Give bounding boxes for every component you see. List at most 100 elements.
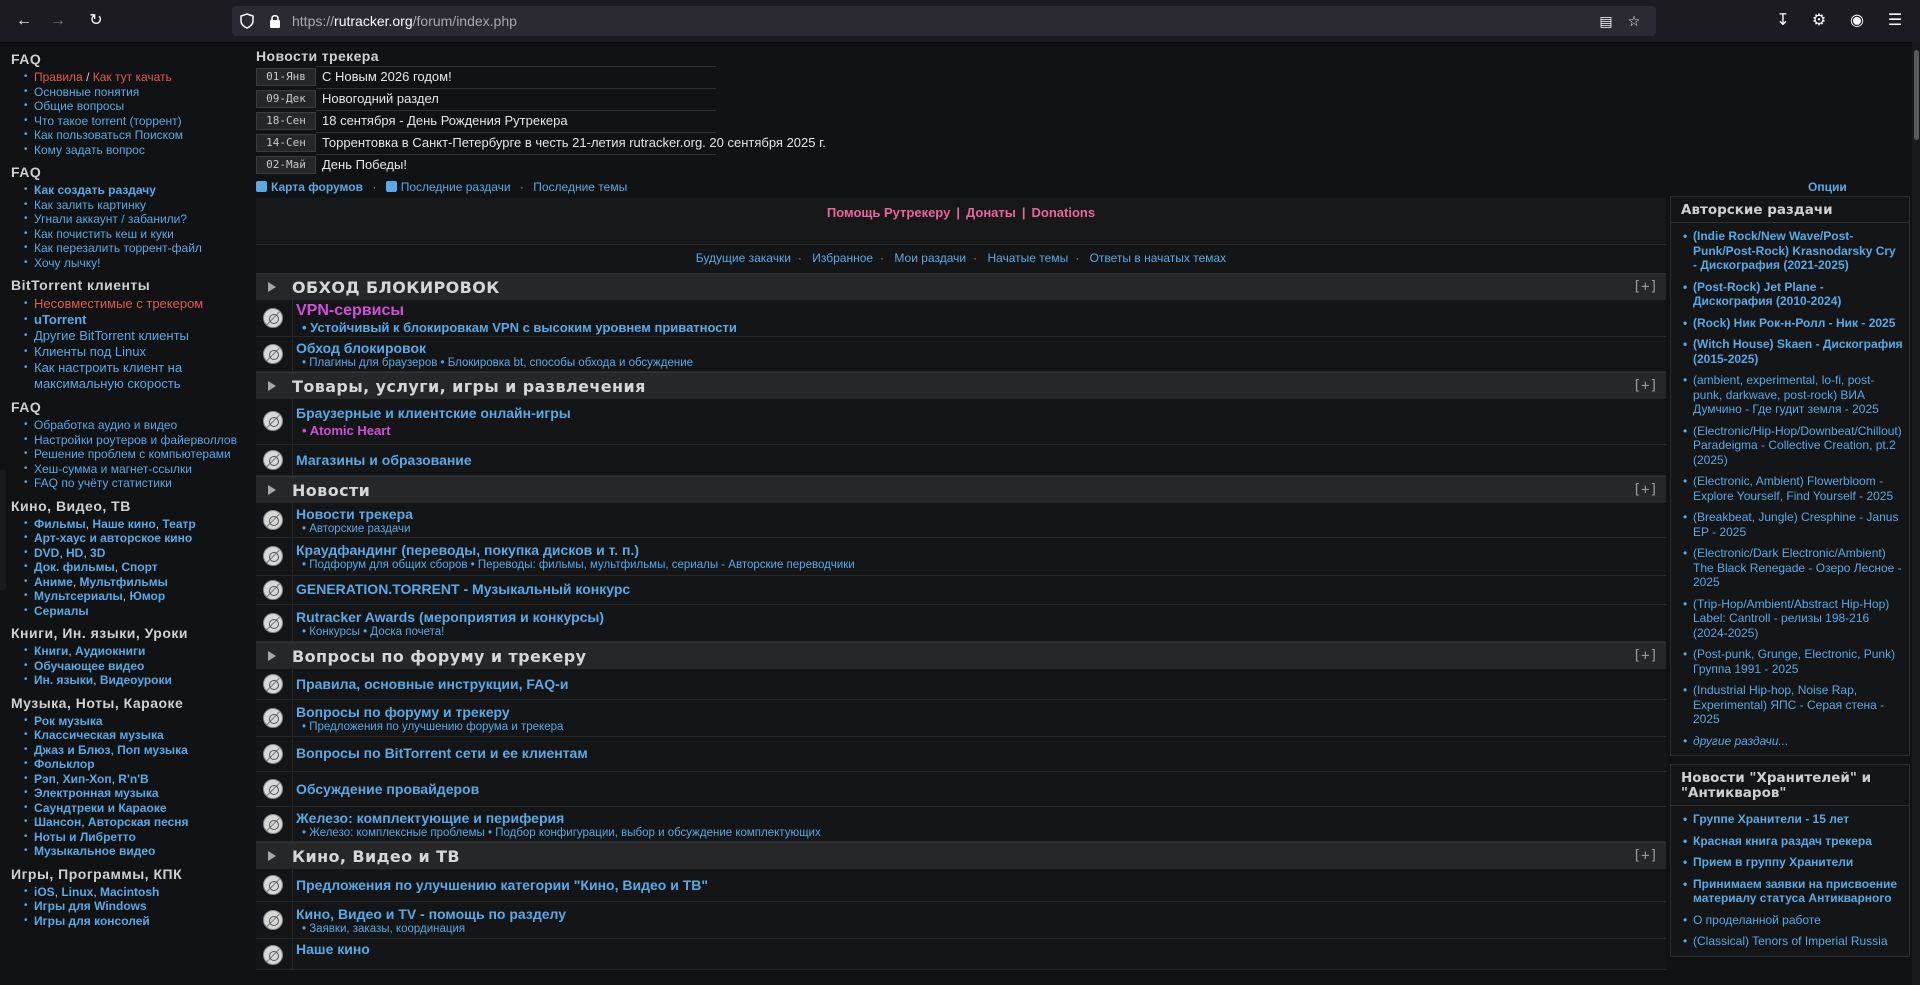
category-header[interactable]: Вопросы по форуму и трекеру [+] <box>256 642 1666 669</box>
news-link[interactable]: 18 сентября - День Рождения Рутрекера <box>322 113 568 128</box>
more-releases-link[interactable]: другие раздачи... <box>1683 734 1903 749</box>
sidebar-toggle-handle[interactable] <box>0 470 6 590</box>
cat-link[interactable]: Игры для Windows <box>34 899 147 913</box>
forum-link[interactable]: Кино, Видео и TV - помощь по разделу <box>296 906 566 922</box>
cat-link[interactable]: Ин. языки <box>34 673 93 687</box>
cat-link[interactable]: Юмор <box>129 589 165 603</box>
how-to-download-link[interactable]: Как тут качать <box>93 70 172 84</box>
keepers-link[interactable]: О проделанной работе <box>1683 913 1903 928</box>
faq-link[interactable]: Угнали аккаунт / забанили? <box>34 212 187 226</box>
release-link[interactable]: (Breakbeat, Jungle) Cresphine - Janus EP… <box>1683 510 1903 539</box>
release-link[interactable]: (Rock) Ник Рок-н-Ролл - Ник - 2025 <box>1683 316 1903 331</box>
rules-link[interactable]: Правила <box>34 70 83 84</box>
cat-link[interactable]: Наше кино <box>92 517 155 531</box>
category-header[interactable]: ОБХОД БЛОКИРОВОК [+] <box>256 273 1666 300</box>
cat-link[interactable]: Саундтреки и Караоке <box>34 801 167 815</box>
release-link[interactable]: (Indie Rock/New Wave/Post-Punk/Post-Rock… <box>1683 229 1903 273</box>
keepers-link[interactable]: Красная книга раздач трекера <box>1683 834 1903 849</box>
cat-link[interactable]: Видеоуроки <box>100 673 172 687</box>
bt-link[interactable]: Несовместимые с трекером <box>34 296 203 311</box>
expand-button[interactable]: [+] <box>1633 848 1658 864</box>
bt-link[interactable]: Как настроить клиент на максимальную ско… <box>34 360 182 391</box>
cat-link[interactable]: Шансон <box>34 815 81 829</box>
forum-link[interactable]: Браузерные и клиентские онлайн-игры <box>296 405 571 421</box>
favorites-link[interactable]: Избранное <box>812 251 873 265</box>
cat-link[interactable]: Ноты и Либретто <box>34 830 136 844</box>
cat-link[interactable]: Хип-Хоп <box>63 772 112 786</box>
forum-link[interactable]: Правила, основные инструкции, FAQ-и <box>296 676 568 692</box>
donations-link[interactable]: Donations <box>1032 205 1096 220</box>
forum-link[interactable]: Железо: комплектующие и периферия <box>296 810 564 826</box>
cat-link[interactable]: Книги <box>34 644 68 658</box>
profile-icon[interactable]: ◉ <box>1846 10 1868 32</box>
forum-link[interactable]: Вопросы по BitTorrent сети и ее клиентам <box>296 745 588 761</box>
cat-link[interactable]: Linux <box>61 885 93 899</box>
cat-link[interactable]: 3D <box>90 546 105 560</box>
cat-link[interactable]: Аниме <box>34 575 73 589</box>
faq-link[interactable]: Что такое torrent (торрент) <box>34 114 182 128</box>
expand-button[interactable]: [+] <box>1633 378 1658 394</box>
subforum-link[interactable]: • Устойчивый к блокировкам VPN с высоким… <box>302 320 737 335</box>
keepers-link[interactable]: Принимаем заявки на присвоение материалу… <box>1683 877 1903 906</box>
donate-link[interactable]: Донаты <box>966 205 1016 220</box>
cat-link[interactable]: Фильмы <box>34 517 86 531</box>
expand-button[interactable]: [+] <box>1633 482 1658 498</box>
category-header[interactable]: Товары, услуги, игры и развлечения [+] <box>256 372 1666 399</box>
lock-icon[interactable] <box>268 13 282 29</box>
forum-link[interactable]: Вопросы по форуму и трекеру <box>296 704 510 720</box>
cat-link[interactable]: Мультсериалы <box>34 589 123 603</box>
release-link[interactable]: (Industrial Hip-hop, Noise Rap, Experime… <box>1683 683 1903 727</box>
news-link[interactable]: Новогодний раздел <box>322 91 439 106</box>
cat-link[interactable]: Арт-хаус и авторское кино <box>34 531 192 545</box>
faq-link[interactable]: Как пользоваться Поиском <box>34 128 183 142</box>
cat-link[interactable]: Театр <box>162 517 195 531</box>
menu-icon[interactable]: ☰ <box>1884 10 1906 32</box>
subforum-link[interactable]: • Авторские раздачи <box>302 523 410 535</box>
cat-link[interactable]: Аудиокниги <box>75 644 145 658</box>
category-header[interactable]: Новости [+] <box>256 476 1666 503</box>
bt-link[interactable]: Другие BitTorrent клиенты <box>34 328 189 343</box>
forum-link[interactable]: Магазины и образование <box>296 452 472 468</box>
cat-link[interactable]: Музыкальное видео <box>34 844 155 858</box>
latest-releases-link[interactable]: Последние раздачи <box>401 180 511 194</box>
subforum-link[interactable]: • Плагины для браузеров • Блокировка bt,… <box>302 357 693 369</box>
cat-link[interactable]: Фольклор <box>34 757 95 771</box>
reload-icon[interactable]: ↻ <box>84 9 108 33</box>
faq-link[interactable]: Обработка аудио и видео <box>34 418 177 432</box>
news-link[interactable]: Торрентовка в Санкт-Петербурге в честь 2… <box>322 135 826 150</box>
release-link[interactable]: (Post-punk, Grunge, Electronic, Punk) Гр… <box>1683 647 1903 676</box>
release-link[interactable]: (Electronic, Ambient) Flowerbloom - Expl… <box>1683 474 1903 503</box>
subforum-link[interactable]: • Железо: комплексные проблемы • Подбор … <box>302 827 821 839</box>
cat-link[interactable]: DVD <box>34 546 59 560</box>
cat-link[interactable]: Обучающее видео <box>34 659 144 673</box>
forum-link[interactable]: VPN-сервисы <box>296 302 404 320</box>
scrollbar[interactable] <box>1912 42 1920 985</box>
cat-link[interactable]: iOS <box>34 885 55 899</box>
subforum-link[interactable]: • Atomic Heart <box>302 423 391 438</box>
forum-link[interactable]: Новости трекера <box>296 506 413 522</box>
scrollbar-thumb[interactable] <box>1914 50 1919 140</box>
faq-link[interactable]: Решение проблем с компьютерами <box>34 447 231 461</box>
keepers-link[interactable]: Прием в группу Хранители <box>1683 855 1903 870</box>
news-link[interactable]: С Новым 2026 годом! <box>322 69 452 84</box>
future-downloads-link[interactable]: Будущие закачки <box>696 251 791 265</box>
release-link[interactable]: (Witch House) Skaen - Дискография (2015-… <box>1683 337 1903 366</box>
subforum-link[interactable]: • Заявки, заказы, координация <box>302 923 465 935</box>
cat-link[interactable]: Поп музыка <box>117 743 188 757</box>
release-link[interactable]: (Electronic/Hip-Hop/Downbeat/Chillout) P… <box>1683 424 1903 468</box>
forum-link[interactable]: Предложения по улучшению категории "Кино… <box>296 877 708 893</box>
bookmark-star-icon[interactable]: ☆ <box>1626 13 1642 29</box>
cat-link[interactable]: Macintosh <box>100 885 159 899</box>
release-link[interactable]: (Post-Rock) Jet Plane - Дискография (201… <box>1683 280 1903 309</box>
forum-map-link[interactable]: Карта форумов <box>271 180 363 194</box>
cat-link[interactable]: Сериалы <box>34 604 89 618</box>
forum-link[interactable]: GENERATION.TORRENT - Музыкальный конкурс <box>296 581 630 597</box>
keepers-link[interactable]: (Classical) Tenors of Imperial Russia <box>1683 934 1903 949</box>
cat-link[interactable]: Спорт <box>121 560 157 574</box>
cat-link[interactable]: Рок музыка <box>34 714 103 728</box>
keepers-link[interactable]: Группе Хранители - 15 лет <box>1683 812 1903 827</box>
shield-icon[interactable] <box>240 13 254 29</box>
back-icon[interactable]: ← <box>12 9 36 33</box>
faq-link[interactable]: FAQ по учёту статистики <box>34 476 172 490</box>
faq-link[interactable]: Хеш-сумма и магнет-ссылки <box>34 462 192 476</box>
